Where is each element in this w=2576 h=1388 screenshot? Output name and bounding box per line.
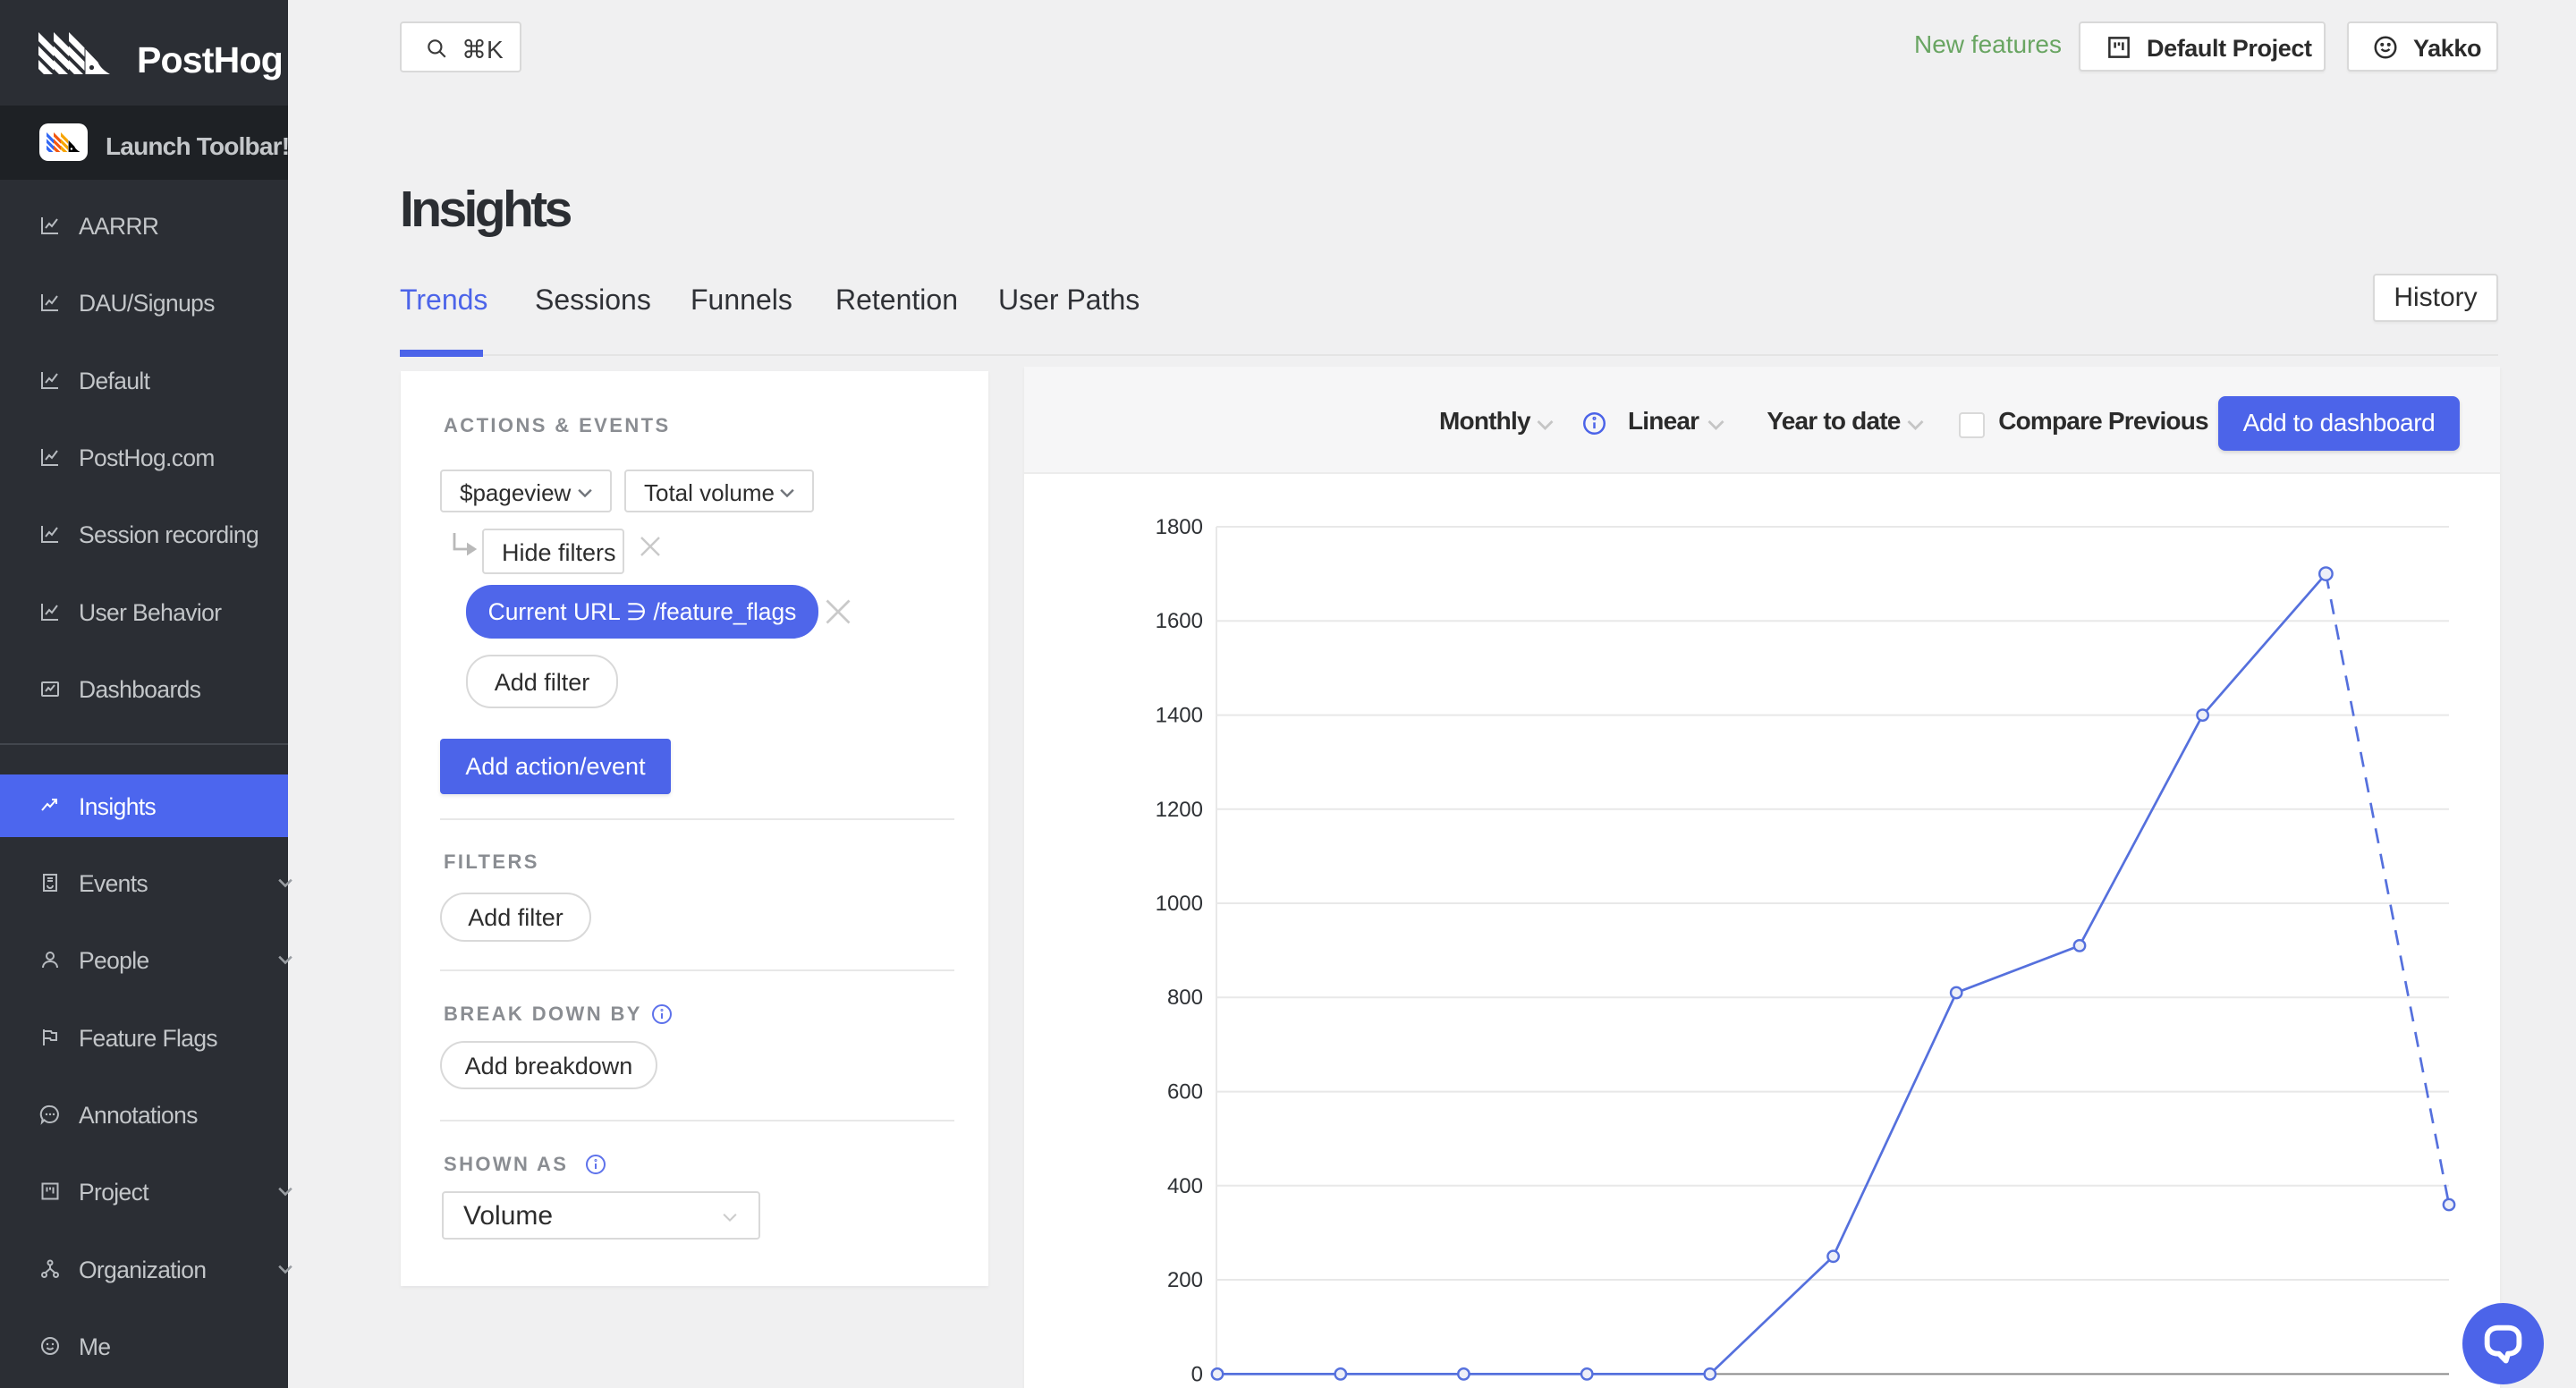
svg-text:400: 400	[1167, 1174, 1203, 1198]
svg-text:200: 200	[1167, 1268, 1203, 1292]
svg-text:600: 600	[1167, 1080, 1203, 1104]
svg-text:800: 800	[1167, 986, 1203, 1010]
svg-text:0: 0	[1191, 1362, 1203, 1386]
svg-text:1600: 1600	[1156, 609, 1203, 633]
svg-text:1000: 1000	[1156, 892, 1203, 916]
svg-text:1800: 1800	[1156, 515, 1203, 539]
svg-text:1400: 1400	[1156, 704, 1203, 728]
svg-text:1200: 1200	[1156, 798, 1203, 822]
